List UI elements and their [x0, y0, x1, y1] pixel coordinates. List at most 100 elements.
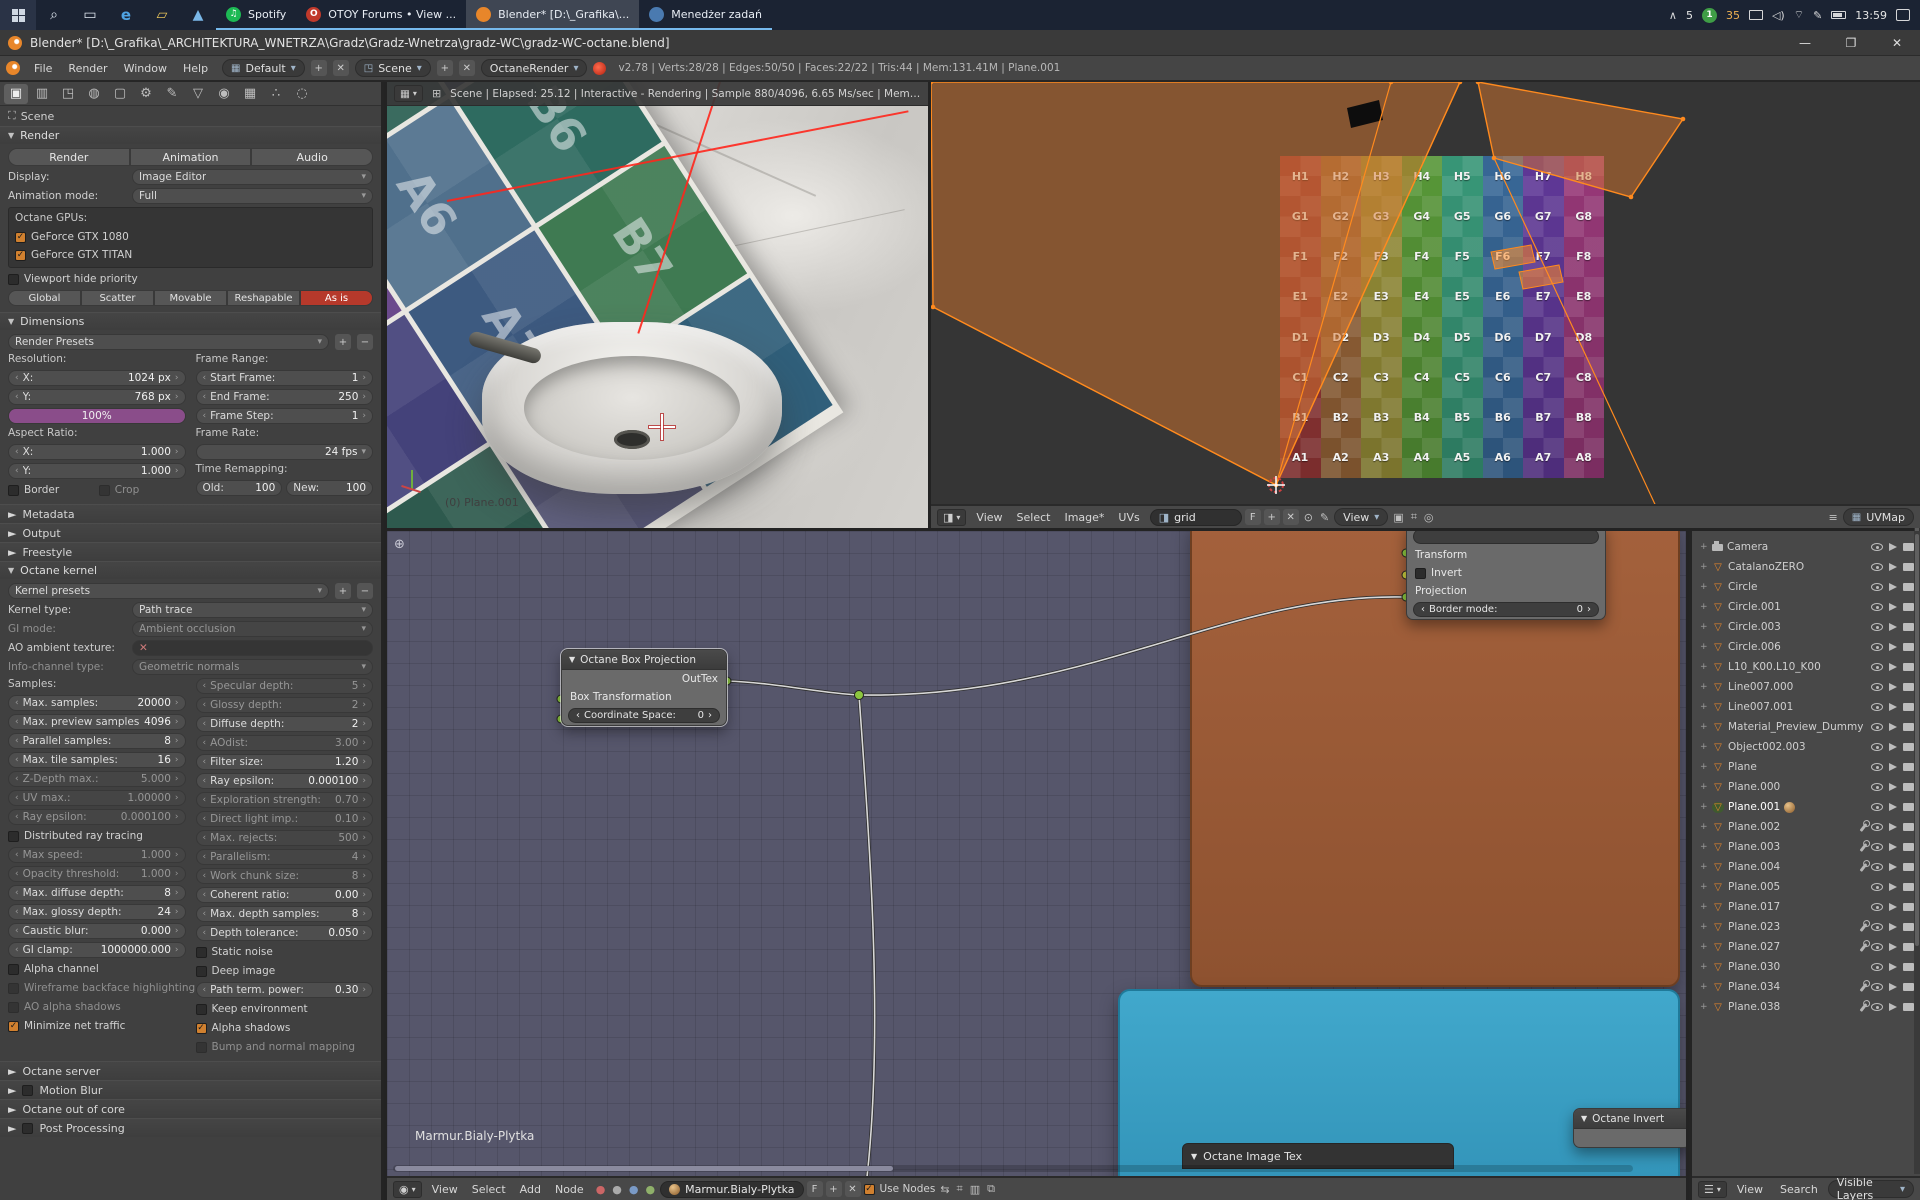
expand-icon[interactable]: +: [1700, 922, 1708, 932]
selectability-cursor-icon[interactable]: [1889, 543, 1897, 551]
decrement-arrow[interactable]: ‹: [203, 853, 207, 862]
selectability-cursor-icon[interactable]: [1889, 823, 1897, 831]
properties-tab-scene[interactable]: ◳: [56, 84, 80, 104]
visibility-eye-icon[interactable]: [1871, 783, 1883, 791]
gpu-checkbox[interactable]: ✓: [15, 250, 26, 261]
number-field[interactable]: ‹Max speed:1.000›: [8, 847, 186, 863]
increment-arrow[interactable]: ›: [175, 889, 179, 898]
region-corner-widget[interactable]: ⊕: [394, 537, 405, 552]
number-field[interactable]: ‹Start Frame:1›: [196, 370, 374, 386]
selectability-cursor-icon[interactable]: [1889, 563, 1897, 571]
properties-tab-texture[interactable]: ▦: [238, 84, 262, 104]
uvmap-selector[interactable]: ▦UVMap: [1843, 508, 1914, 526]
outliner-item-plane.002[interactable]: +▽Plane.002: [1692, 817, 1920, 837]
number-field[interactable]: ‹Ray epsilon:0.000100›: [196, 773, 374, 789]
selectability-cursor-icon[interactable]: [1889, 963, 1897, 971]
uv-menu-image[interactable]: Image*: [1057, 511, 1111, 524]
add-kernel-preset-button[interactable]: +: [335, 583, 351, 599]
decrement-arrow[interactable]: ‹: [15, 374, 19, 383]
panel-header-freestyle[interactable]: ►Freestyle: [0, 542, 381, 561]
decrement-arrow[interactable]: ‹: [203, 739, 207, 748]
number-field[interactable]: Old:100: [196, 480, 283, 496]
panel-header-octane-kernel[interactable]: ▼Octane kernel: [0, 561, 381, 579]
number-field[interactable]: ‹Diffuse depth:2›: [196, 716, 374, 732]
decrement-arrow[interactable]: ‹: [203, 701, 207, 710]
increment-arrow[interactable]: ›: [175, 393, 179, 402]
properties-tab-material[interactable]: ◉: [212, 84, 236, 104]
editor-type-button[interactable]: ▦▾: [394, 85, 423, 102]
decrement-arrow[interactable]: ‹: [15, 927, 19, 936]
coordinate-space-field[interactable]: ‹Coordinate Space: 0›: [568, 708, 720, 723]
visibility-eye-icon[interactable]: [1871, 863, 1883, 871]
panel-header-metadata[interactable]: ►Metadata: [0, 504, 381, 523]
increment-arrow[interactable]: ›: [175, 908, 179, 917]
outliner-item-object002.003[interactable]: +▽Object002.003: [1692, 737, 1920, 757]
outliner-item-plane.003[interactable]: +▽Plane.003: [1692, 837, 1920, 857]
number-field[interactable]: ‹Filter size:1.20›: [196, 754, 374, 770]
fake-user-button[interactable]: F: [1245, 509, 1261, 525]
renderability-camera-icon[interactable]: [1903, 683, 1914, 691]
checkbox[interactable]: [8, 983, 19, 994]
renderability-camera-icon[interactable]: [1903, 663, 1914, 671]
properties-tab-world[interactable]: ◍: [82, 84, 106, 104]
uv-menu-view[interactable]: View: [969, 511, 1009, 524]
dropdown-arrow[interactable]: ▾: [361, 448, 366, 457]
number-field[interactable]: ‹Path term. power:0.30›: [196, 982, 374, 998]
start-button[interactable]: [0, 0, 36, 30]
priority-reshapable[interactable]: Reshapable: [227, 290, 300, 306]
add-scene-button[interactable]: +: [437, 60, 453, 76]
increment-arrow[interactable]: ›: [362, 777, 366, 786]
expand-icon[interactable]: +: [1700, 902, 1708, 912]
checkbox-row[interactable]: Bump and normal mapping: [196, 1039, 374, 1055]
display-menu[interactable]: Image Editor▾: [132, 169, 373, 185]
decrement-arrow[interactable]: ‹: [203, 929, 207, 938]
outliner-search-menu[interactable]: Search: [1773, 1183, 1825, 1196]
panel-header-output[interactable]: ►Output: [0, 523, 381, 542]
display-tray-icon[interactable]: [1749, 10, 1763, 20]
info-channel-menu[interactable]: Geometric normals▾: [132, 659, 373, 675]
decrement-arrow[interactable]: ‹: [15, 851, 19, 860]
renderability-camera-icon[interactable]: [1903, 903, 1914, 911]
visibility-eye-icon[interactable]: [1871, 903, 1883, 911]
action-center-icon[interactable]: [1896, 9, 1910, 21]
selectability-cursor-icon[interactable]: [1889, 683, 1897, 691]
taskbar-window-spotify[interactable]: ♫Spotify: [216, 0, 296, 30]
increment-arrow[interactable]: ›: [175, 775, 179, 784]
renderability-camera-icon[interactable]: [1903, 543, 1914, 551]
decrement-arrow[interactable]: ‹: [203, 720, 207, 729]
animation-button[interactable]: Animation: [130, 148, 252, 166]
taskbar-window-blender[interactable]: Blender* [D:\_Grafika\...: [466, 0, 639, 30]
renderability-camera-icon[interactable]: [1903, 963, 1914, 971]
number-field[interactable]: ‹Specular depth:5›: [196, 678, 374, 694]
renderability-camera-icon[interactable]: [1903, 583, 1914, 591]
renderability-camera-icon[interactable]: [1903, 1003, 1914, 1011]
viewport-octane-render[interactable]: A5B5A6B6A7B7 (0) Plane.001 ▦▾ ⊞ Scene | …: [387, 82, 928, 528]
increment-arrow[interactable]: ›: [175, 737, 179, 746]
visibility-eye-icon[interactable]: [1871, 623, 1883, 631]
renderability-camera-icon[interactable]: [1903, 863, 1914, 871]
fake-user-button[interactable]: F: [807, 1181, 823, 1197]
node-menu-select[interactable]: Select: [465, 1183, 513, 1196]
renderability-camera-icon[interactable]: [1903, 723, 1914, 731]
increment-arrow[interactable]: ›: [175, 374, 179, 383]
checkbox-row[interactable]: AO alpha shadows: [8, 999, 186, 1015]
increment-arrow[interactable]: ›: [175, 794, 179, 803]
decrement-arrow[interactable]: ‹: [203, 910, 207, 919]
outliner-item-l10_k00.l10_k00[interactable]: +▽L10_K00.L10_K00: [1692, 657, 1920, 677]
layers-icon[interactable]: ⊞: [430, 87, 443, 100]
decrement-arrow[interactable]: ‹: [203, 374, 207, 383]
visibility-eye-icon[interactable]: [1871, 723, 1883, 731]
visibility-eye-icon[interactable]: [1871, 823, 1883, 831]
number-field[interactable]: ‹Parallel samples:8›: [8, 733, 186, 749]
uv-image-editor[interactable]: H1H2H3H4H5H6H7H8G1G2G3G4G5G6G7G8F1F2F3F4…: [931, 82, 1920, 528]
network-icon[interactable]: ⌔: [1794, 8, 1804, 22]
visibility-eye-icon[interactable]: [1871, 943, 1883, 951]
outliner-item-plane[interactable]: +▽Plane: [1692, 757, 1920, 777]
proportional-edit-icon[interactable]: ◎: [1422, 511, 1436, 524]
decrement-arrow[interactable]: ‹: [203, 815, 207, 824]
increment-arrow[interactable]: ›: [362, 758, 366, 767]
editor-type-button[interactable]: ◨▾: [937, 509, 966, 526]
parent-nodes-icon[interactable]: ⇆: [938, 1183, 951, 1196]
number-field[interactable]: ‹Max. glossy depth:24›: [8, 904, 186, 920]
selectability-cursor-icon[interactable]: [1889, 743, 1897, 751]
